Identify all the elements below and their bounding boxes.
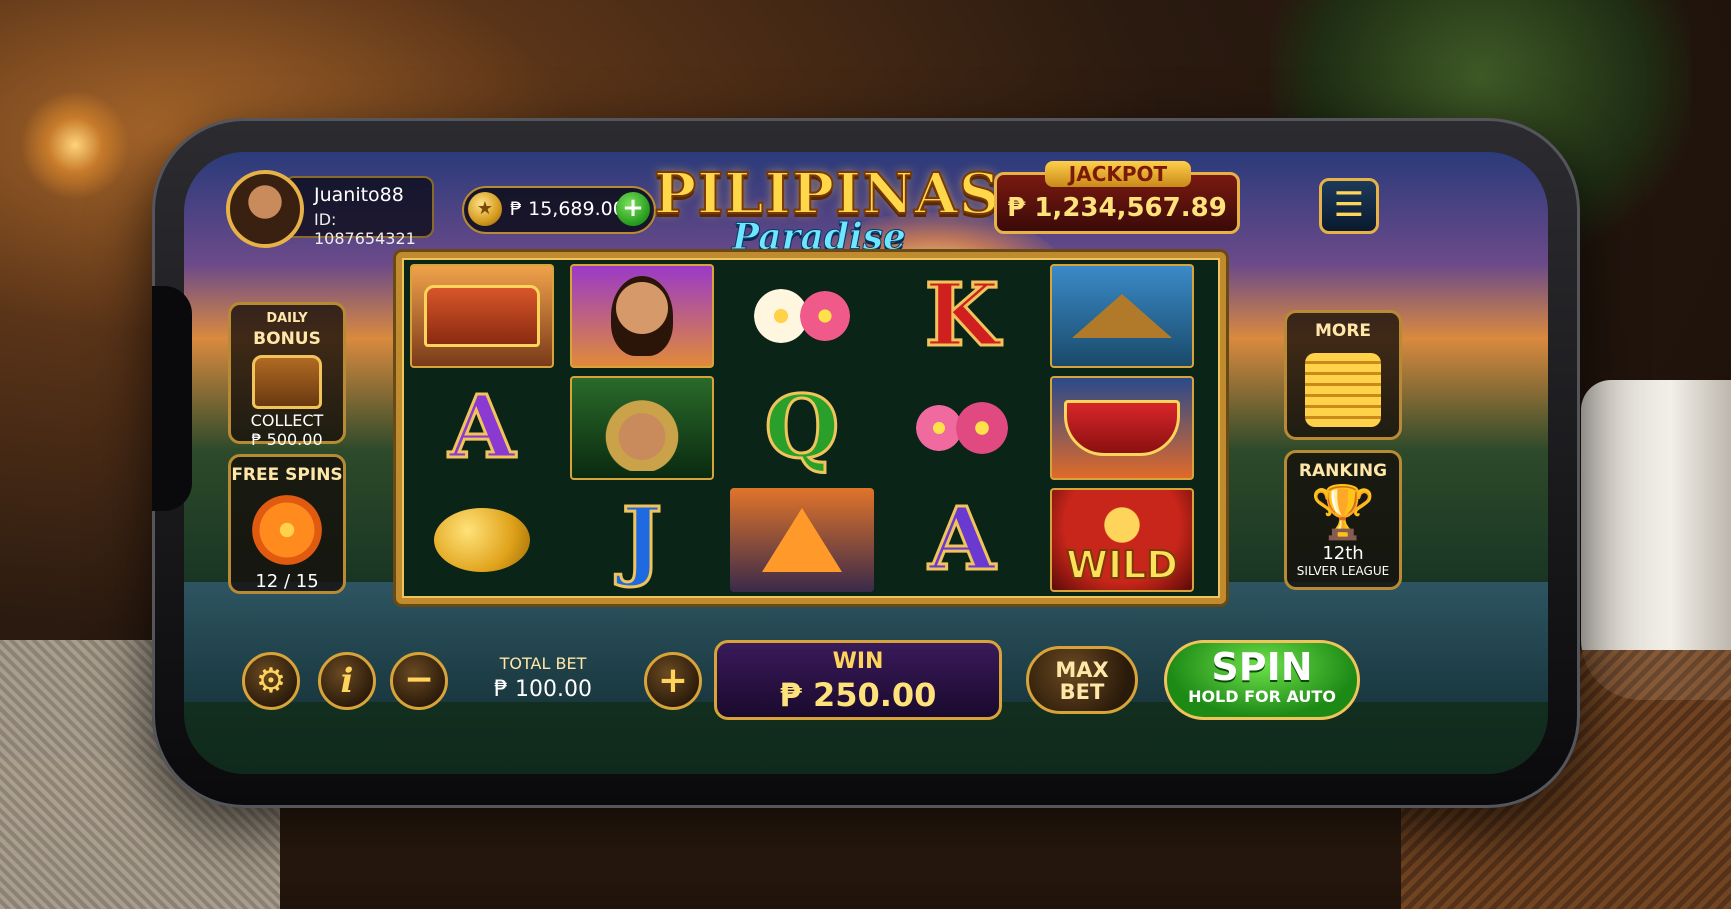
max-bet-button[interactable]: MAX BET — [1026, 646, 1138, 714]
win-value: ₱ 250.00 — [779, 676, 937, 714]
balance-display: ★ ₱ 15,689.00 + — [462, 186, 656, 234]
plumeria-flowers-symbol — [730, 264, 874, 368]
control-bar: ⚙ i − TOTAL BET ₱ 100.00 + WIN ₱ 250.00 … — [224, 632, 1360, 722]
daily-bonus-title-top: DAILY — [266, 311, 308, 326]
free-spins-title: FREE SPINS — [231, 465, 343, 485]
coin-icon: ★ — [468, 192, 502, 226]
ranking-rank: 12th — [1322, 543, 1364, 564]
background-lamp — [20, 90, 130, 200]
total-bet-value: ₱ 100.00 — [494, 677, 592, 702]
jackpot-value: ₱ 1,234,567.89 — [1007, 193, 1227, 223]
max-bet-line2: BET — [1059, 680, 1105, 704]
sailboat-symbol — [730, 488, 874, 592]
plus-icon: + — [657, 660, 689, 701]
letter-q-symbol: Q — [730, 376, 874, 480]
player-avatar[interactable] — [226, 170, 304, 248]
daily-bonus-amount: ₱ 500.00 — [251, 430, 323, 449]
free-spins-count: 12 / 15 — [255, 571, 319, 592]
more-panel[interactable]: MORE — [1284, 310, 1402, 440]
gear-icon: ⚙ — [255, 661, 287, 701]
slot-reels: A J Q K A WILD — [396, 252, 1226, 604]
letter-j-symbol: J — [570, 488, 714, 592]
player-info[interactable]: Juanito88 ID: 1087654321 — [284, 176, 434, 248]
daily-bonus-collect: COLLECT — [250, 411, 324, 430]
letter-q: Q — [763, 377, 841, 478]
add-funds-button[interactable]: + — [616, 192, 650, 226]
reel-1: A — [406, 264, 558, 592]
daily-bonus-panel[interactable]: DAILY BONUS COLLECT ₱ 500.00 — [228, 302, 346, 449]
trophy-icon: 🏆 — [1310, 483, 1376, 543]
filipina-woman-symbol — [570, 264, 714, 368]
ranking-title: RANKING — [1298, 461, 1388, 481]
free-spins-panel[interactable]: FREE SPINS 12 / 15 — [228, 454, 346, 594]
letter-a-symbol: A — [410, 376, 554, 480]
letter-j: J — [620, 489, 664, 590]
increase-bet-button[interactable]: + — [644, 652, 702, 710]
settings-button[interactable]: ⚙ — [242, 652, 300, 710]
reel-3: Q — [726, 264, 878, 592]
wild-label: WILD — [1065, 542, 1179, 588]
reel-2: J — [566, 264, 718, 592]
info-icon: i — [340, 661, 354, 701]
pink-flowers-symbol — [890, 376, 1034, 480]
win-display: WIN ₱ 250.00 — [714, 640, 1002, 720]
reel-4: K A — [886, 264, 1038, 592]
decrease-bet-button[interactable]: − — [390, 652, 448, 710]
ranking-panel[interactable]: RANKING 🏆 12th SILVER LEAGUE — [1284, 450, 1402, 590]
player-name: Juanito88 — [314, 184, 404, 206]
logo-title: PILIPINAS — [653, 161, 1001, 227]
player-id: ID: 1087654321 — [314, 210, 416, 248]
max-bet-line1: MAX — [1055, 658, 1109, 682]
jackpot-label: JACKPOT — [1045, 161, 1191, 187]
reel-5: WILD — [1046, 264, 1198, 592]
more-title: MORE — [1314, 321, 1372, 341]
hibiscus-flower-icon — [252, 495, 322, 565]
spin-button[interactable]: SPIN HOLD FOR AUTO — [1164, 640, 1360, 720]
letter-k-symbol: K — [890, 264, 1034, 368]
total-bet-display: TOTAL BET ₱ 100.00 — [448, 650, 638, 712]
balance-amount: ₱ 15,689.00 — [510, 198, 625, 220]
daily-bonus-title: BONUS — [253, 329, 321, 349]
minus-icon: − — [403, 659, 435, 700]
letter-a2: A — [927, 489, 997, 590]
spin-label: SPIN — [1211, 645, 1313, 689]
gold-coins-icon — [1305, 353, 1381, 427]
jackpot-display: JACKPOT ₱ 1,234,567.89 — [994, 161, 1240, 234]
nipa-hut-symbol — [1050, 264, 1194, 368]
phone-frame: Juanito88 ID: 1087654321 ★ ₱ 15,689.00 +… — [152, 118, 1580, 808]
ranking-league: SILVER LEAGUE — [1296, 564, 1390, 578]
game-logo: PILIPINAS Paradise — [653, 161, 1001, 264]
game-screen: Juanito88 ID: 1087654321 ★ ₱ 15,689.00 +… — [184, 152, 1548, 774]
letter-k: K — [923, 265, 1001, 366]
treasure-chest-icon — [252, 355, 322, 409]
spin-hold-label: HOLD FOR AUTO — [1188, 687, 1336, 706]
wild-symbol: WILD — [1050, 488, 1194, 592]
mango-symbol — [410, 488, 554, 592]
letter-a: A — [447, 377, 517, 478]
jeepney-symbol — [410, 264, 554, 368]
letter-a2-symbol: A — [890, 488, 1034, 592]
festival-boat-symbol — [1050, 376, 1194, 480]
total-bet-label: TOTAL BET — [499, 654, 587, 673]
info-button[interactable]: i — [318, 652, 376, 710]
win-label: WIN — [832, 649, 884, 674]
camera-notch — [152, 286, 192, 511]
filipino-man-symbol — [570, 376, 714, 480]
hamburger-menu-icon: ☰ — [1333, 185, 1365, 225]
menu-button[interactable]: ☰ — [1319, 178, 1379, 234]
